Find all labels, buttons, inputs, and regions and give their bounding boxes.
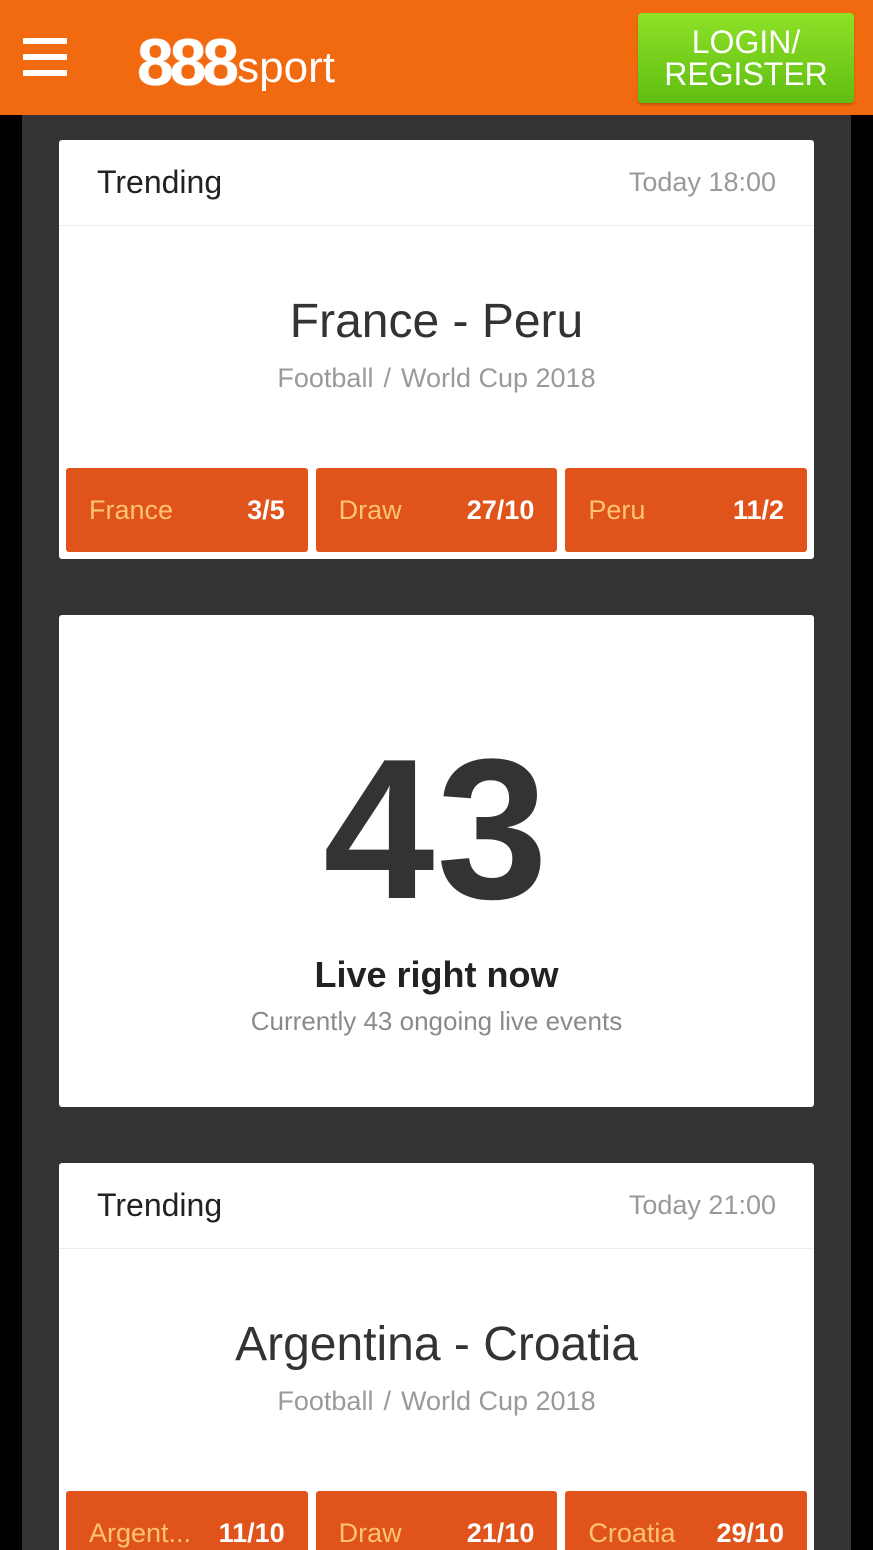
match-title[interactable]: Argentina - Croatia xyxy=(59,1317,814,1372)
odds-button-draw[interactable]: Draw 27/10 xyxy=(315,468,558,552)
menu-icon[interactable] xyxy=(23,38,67,76)
card-header: Trending Today 21:00 xyxy=(59,1163,814,1249)
odds-selection: Draw xyxy=(338,494,402,525)
odds-price: 11/10 xyxy=(218,1517,285,1548)
odds-button-draw[interactable]: Draw 21/10 xyxy=(315,1491,558,1550)
trending-label: Trending xyxy=(97,1187,223,1223)
odds-button-away[interactable]: Peru 11/2 xyxy=(565,468,808,552)
odds-button-home[interactable]: France 3/5 xyxy=(66,468,308,552)
odds-selection: Peru xyxy=(588,494,646,525)
odds-price: 27/10 xyxy=(466,494,535,525)
match-category: Football / World Cup 2018 xyxy=(59,363,814,394)
logo[interactable]: 888 sport xyxy=(137,20,335,95)
odds-selection: Croatia xyxy=(588,1517,676,1548)
live-title: Live right now xyxy=(314,954,559,995)
sport-label: Football xyxy=(277,363,374,393)
main-content: Trending Today 18:00 France - Peru Footb… xyxy=(22,115,851,1550)
event-time: Today 18:00 xyxy=(628,167,776,197)
competition-label: World Cup 2018 xyxy=(400,363,596,393)
odds-button-away[interactable]: Croatia 29/10 xyxy=(565,1491,808,1550)
odds-selection: France xyxy=(89,494,174,525)
odds-selection: Draw xyxy=(338,1517,402,1548)
card-header: Trending Today 18:00 xyxy=(59,140,814,226)
odds-row: France 3/5 Draw 27/10 Peru 11/2 xyxy=(66,468,808,552)
odds-button-home[interactable]: Argent... 11/10 xyxy=(66,1491,308,1550)
breadcrumb-separator: / xyxy=(383,1386,391,1416)
sport-label: Football xyxy=(277,1386,374,1416)
breadcrumb-separator: / xyxy=(383,363,391,393)
match-category: Football / World Cup 2018 xyxy=(59,1386,814,1417)
odds-row: Argent... 11/10 Draw 21/10 Croatia 29/10 xyxy=(66,1491,808,1550)
top-bar: 888 sport LOGIN/ REGISTER xyxy=(0,0,873,115)
match-title[interactable]: France - Peru xyxy=(59,294,814,349)
live-subtitle: Currently 43 ongoing live events xyxy=(250,1006,623,1036)
logo-word: sport xyxy=(237,43,335,92)
odds-price: 29/10 xyxy=(716,1517,785,1548)
trending-card[interactable]: Trending Today 18:00 France - Peru Footb… xyxy=(59,140,814,559)
competition-label: World Cup 2018 xyxy=(400,1386,596,1416)
trending-card[interactable]: Trending Today 21:00 Argentina - Croatia… xyxy=(59,1163,814,1550)
live-now-card[interactable]: 43 Live right now Currently 43 ongoing l… xyxy=(59,615,814,1107)
odds-price: 3/5 xyxy=(247,494,285,525)
event-time: Today 21:00 xyxy=(628,1190,776,1220)
login-label: LOGIN/ xyxy=(691,24,801,60)
odds-price: 21/10 xyxy=(466,1517,535,1548)
trending-label: Trending xyxy=(97,164,223,200)
logo-number: 888 xyxy=(137,25,239,99)
odds-price: 11/2 xyxy=(732,494,785,525)
odds-selection: Argent... xyxy=(89,1517,192,1548)
register-label: REGISTER xyxy=(664,56,828,92)
login-register-button[interactable]: LOGIN/ REGISTER xyxy=(638,13,854,103)
live-count: 43 xyxy=(323,718,550,941)
